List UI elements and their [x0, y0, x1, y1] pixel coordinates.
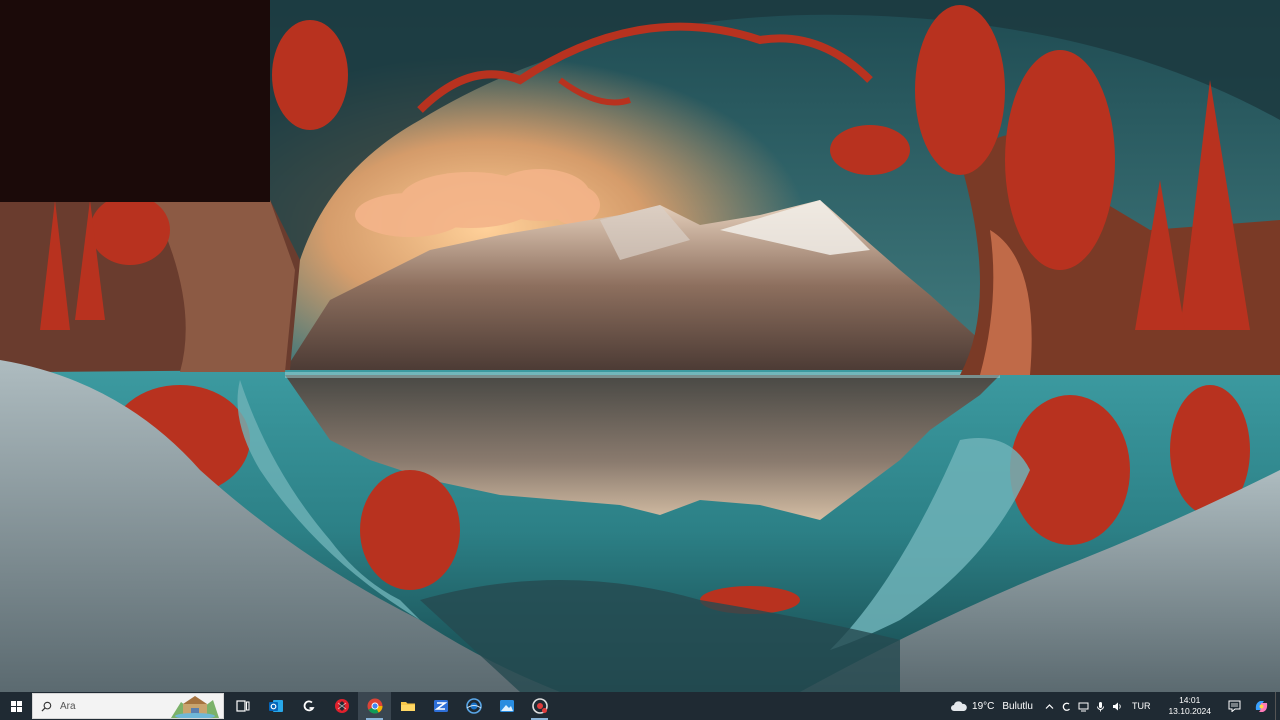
windows-logo-icon	[10, 700, 22, 712]
volume-button[interactable]	[1109, 692, 1126, 720]
microphone-icon	[1097, 701, 1104, 711]
system-tray: 19°C Bulutlu TUR 14:01 13.10.2024	[944, 692, 1280, 720]
weather-temperature: 19°C	[972, 700, 995, 712]
cloud-icon	[951, 701, 967, 711]
outlook-button[interactable]	[259, 692, 292, 720]
app-chrome-canary-button[interactable]	[523, 692, 556, 720]
app-chrome-canary-icon	[531, 698, 548, 714]
file-explorer-icon	[400, 702, 415, 711]
search-box[interactable]	[32, 693, 224, 719]
search-icon	[41, 701, 52, 712]
task-view-icon	[235, 700, 249, 712]
show-desktop-button[interactable]	[1275, 692, 1280, 720]
speaker-icon	[1112, 702, 1121, 710]
photos-button[interactable]	[490, 692, 523, 720]
opera-icon	[334, 699, 349, 713]
file-explorer-button[interactable]	[391, 692, 424, 720]
chrome-button[interactable]	[358, 692, 391, 720]
copilot-icon	[1255, 700, 1267, 712]
chrome-icon	[367, 698, 382, 714]
taskbar: 19°C Bulutlu	[0, 692, 1280, 720]
task-view-button[interactable]	[226, 692, 259, 720]
chevron-up-icon	[1045, 703, 1054, 709]
app-g-button[interactable]	[292, 692, 325, 720]
opera-button[interactable]	[325, 692, 358, 720]
clock-time: 14:01	[1179, 695, 1201, 705]
microphone-button[interactable]	[1092, 692, 1109, 720]
desktop-wallpaper	[0, 0, 1280, 692]
hidden-icons-button[interactable]	[1041, 692, 1058, 720]
clock-date: 13.10.2024	[1168, 706, 1211, 716]
search-highlight-art-icon	[171, 696, 219, 718]
taskbar-apps	[226, 692, 556, 720]
weather-widget[interactable]: 19°C Bulutlu	[944, 692, 1041, 720]
start-button[interactable]	[0, 692, 32, 720]
copilot-button[interactable]	[1247, 692, 1275, 720]
app-blue-circle-icon	[465, 698, 482, 714]
notification-icon	[1228, 700, 1240, 712]
network-icon	[1078, 702, 1089, 711]
input-language-indicator[interactable]: TUR	[1126, 701, 1159, 711]
notification-center-button[interactable]	[1221, 692, 1247, 720]
weather-condition: Bulutlu	[1002, 700, 1033, 712]
app-g-icon	[303, 700, 315, 712]
clock[interactable]: 14:01 13.10.2024	[1158, 695, 1221, 717]
tray-app-button[interactable]	[1058, 692, 1075, 720]
tray-app-icon	[1062, 702, 1070, 711]
dark-overlay-panel	[0, 0, 270, 202]
photos-icon	[499, 700, 514, 712]
network-button[interactable]	[1075, 692, 1092, 720]
app-z-button[interactable]	[424, 692, 457, 720]
app-z-icon	[433, 700, 448, 712]
search-input[interactable]	[60, 700, 160, 712]
app-blue-circle-button[interactable]	[457, 692, 490, 720]
outlook-icon	[268, 700, 283, 712]
